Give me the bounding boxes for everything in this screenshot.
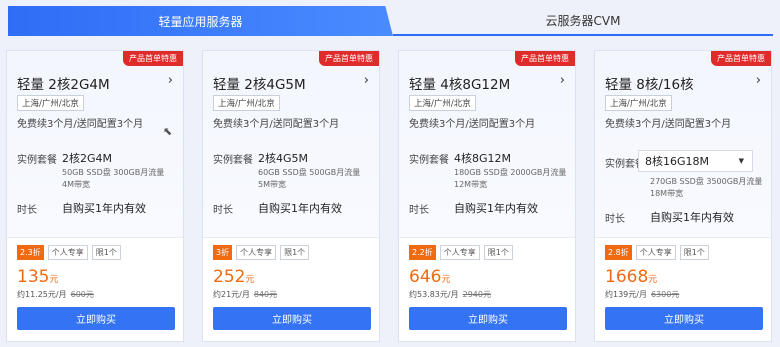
price-value: 135 — [17, 267, 50, 287]
card-title[interactable]: 轻量 2核2G4M — [17, 73, 110, 93]
personal-tag: 个人专享 — [47, 245, 88, 260]
limit-tag: 限1个 — [280, 245, 310, 260]
region-tag: 上海/广州/北京 — [409, 95, 476, 111]
price: 1668元 — [605, 267, 657, 287]
discount-badge: 2.3折 — [17, 245, 44, 260]
price-value: 646 — [409, 267, 442, 287]
promo-text: 免费续3个月/送同配置3个月 — [17, 119, 144, 130]
personal-tag: 个人专享 — [236, 245, 277, 260]
duration-value: 自购买1年内有效 — [258, 202, 342, 215]
buy-now-button[interactable]: 立即购买 — [213, 307, 371, 330]
duration-value: 自购买1年内有效 — [454, 202, 538, 215]
promo-text: 免费续3个月/送同配置3个月 — [409, 119, 536, 130]
spec-value: 2核4G5M — [258, 152, 309, 165]
tag-row: 2.3折 个人专享 限1个 — [17, 245, 121, 260]
region-tag: 上海/广州/北京 — [605, 95, 672, 111]
price-value: 1668 — [605, 267, 649, 287]
card-title[interactable]: 轻量 8核/16核 — [605, 73, 694, 93]
price-unit: 元 — [648, 275, 658, 285]
price: 646元 — [409, 267, 450, 287]
first-order-badge: 产品首单特惠 — [319, 51, 379, 66]
duration-label: 时长 — [213, 205, 233, 216]
spec-select[interactable]: 8核16G18M ▼ — [638, 150, 753, 172]
original-price: 840元 — [253, 290, 278, 299]
monthly-value: 约21元/月 — [213, 290, 250, 299]
duration-value: 自购买1年内有效 — [62, 202, 146, 215]
tag-row: 2.8折 个人专享 限1个 — [605, 245, 709, 260]
card-title[interactable]: 轻量 4核8G12M — [409, 73, 510, 93]
chevron-right-icon[interactable]: › — [756, 73, 761, 88]
buy-now-button[interactable]: 立即购买 — [17, 307, 175, 330]
duration-label: 时长 — [605, 214, 625, 225]
original-price: 2940元 — [462, 290, 491, 299]
discount-badge: 2.2折 — [409, 245, 436, 260]
discount-badge: 3折 — [213, 245, 233, 260]
spec-detail: 50GB SSD盘 300GB月流量 4M带宽 — [62, 168, 165, 189]
price-value: 252 — [213, 267, 246, 287]
spec-label: 实例套餐 — [409, 155, 449, 166]
tab-lighthouse[interactable]: 轻量应用服务器 — [8, 6, 393, 36]
region-tag: 上海/广州/北京 — [17, 95, 84, 111]
spec-detail: 180GB SSD盘 2000GB月流量 12M带宽 — [454, 168, 567, 189]
chevron-right-icon[interactable]: › — [168, 73, 173, 88]
original-price: 6300元 — [650, 290, 680, 299]
monthly-value: 约139元/月 — [605, 290, 647, 299]
product-card[interactable]: 产品首单特惠 轻量 2核2G4M › 上海/广州/北京 免费续3个月/送同配置3… — [6, 50, 184, 342]
monthly-price: 约21元/月 840元 — [213, 289, 277, 300]
spec-detail: 270GB SSD盘 3500GB月流量 18M带宽 — [650, 177, 763, 198]
spec-detail: 60GB SSD盘 500GB月流量 5M带宽 — [258, 168, 361, 189]
first-order-badge: 产品首单特惠 — [711, 51, 771, 66]
monthly-price: 约53.83元/月 2940元 — [409, 289, 491, 300]
duration-value: 自购买1年内有效 — [650, 211, 734, 224]
tag-row: 2.2折 个人专享 限1个 — [409, 245, 513, 260]
product-card-list: 产品首单特惠 轻量 2核2G4M › 上海/广州/北京 免费续3个月/送同配置3… — [6, 50, 778, 342]
price-unit: 元 — [49, 275, 59, 285]
original-price: 600元 — [70, 290, 94, 299]
first-order-badge: 产品首单特惠 — [515, 51, 575, 66]
chevron-right-icon[interactable]: › — [560, 73, 565, 88]
first-order-badge: 产品首单特惠 — [123, 51, 183, 66]
cursor-icon: ⬉ — [163, 125, 173, 138]
spec-value: 2核2G4M — [62, 152, 113, 165]
duration-label: 时长 — [409, 205, 429, 216]
limit-tag: 限1个 — [91, 245, 121, 260]
promo-text: 免费续3个月/送同配置3个月 — [213, 119, 340, 130]
tag-row: 3折 个人专享 限1个 — [213, 245, 310, 260]
limit-tag: 限1个 — [679, 245, 709, 260]
price-unit: 元 — [245, 275, 255, 285]
chevron-right-icon[interactable]: › — [364, 73, 369, 88]
product-tabs: 轻量应用服务器 云服务器CVM — [0, 0, 780, 36]
spec-select-value: 8核16G18M — [645, 155, 710, 168]
card-title[interactable]: 轻量 2核4G5M — [213, 73, 306, 93]
monthly-value: 约53.83元/月 — [409, 290, 459, 299]
product-card[interactable]: 产品首单特惠 轻量 8核/16核 › 上海/广州/北京 免费续3个月/送同配置3… — [594, 50, 772, 342]
monthly-price: 约139元/月 6300元 — [605, 289, 679, 300]
buy-now-button[interactable]: 立即购买 — [409, 307, 567, 330]
personal-tag: 个人专享 — [635, 245, 676, 260]
personal-tag: 个人专享 — [439, 245, 480, 260]
caret-down-icon: ▼ — [738, 157, 744, 165]
product-card[interactable]: 产品首单特惠 轻量 2核4G5M › 上海/广州/北京 免费续3个月/送同配置3… — [202, 50, 380, 342]
limit-tag: 限1个 — [483, 245, 513, 260]
price-unit: 元 — [441, 275, 451, 285]
region-tag: 上海/广州/北京 — [213, 95, 280, 111]
buy-now-button[interactable]: 立即购买 — [605, 307, 763, 330]
spec-value: 4核8G12M — [454, 152, 512, 165]
price: 135元 — [17, 267, 58, 287]
monthly-price: 约11.25元/月 600元 — [17, 289, 94, 300]
promo-text: 免费续3个月/送同配置3个月 — [605, 119, 732, 130]
spec-label: 实例套餐 — [17, 155, 57, 166]
discount-badge: 2.8折 — [605, 245, 632, 260]
monthly-value: 约11.25元/月 — [17, 290, 67, 299]
price: 252元 — [213, 267, 254, 287]
duration-label: 时长 — [17, 205, 37, 216]
spec-label: 实例套餐 — [213, 155, 253, 166]
product-card[interactable]: 产品首单特惠 轻量 4核8G12M › 上海/广州/北京 免费续3个月/送同配置… — [398, 50, 576, 342]
tab-cvm[interactable]: 云服务器CVM — [393, 6, 773, 36]
